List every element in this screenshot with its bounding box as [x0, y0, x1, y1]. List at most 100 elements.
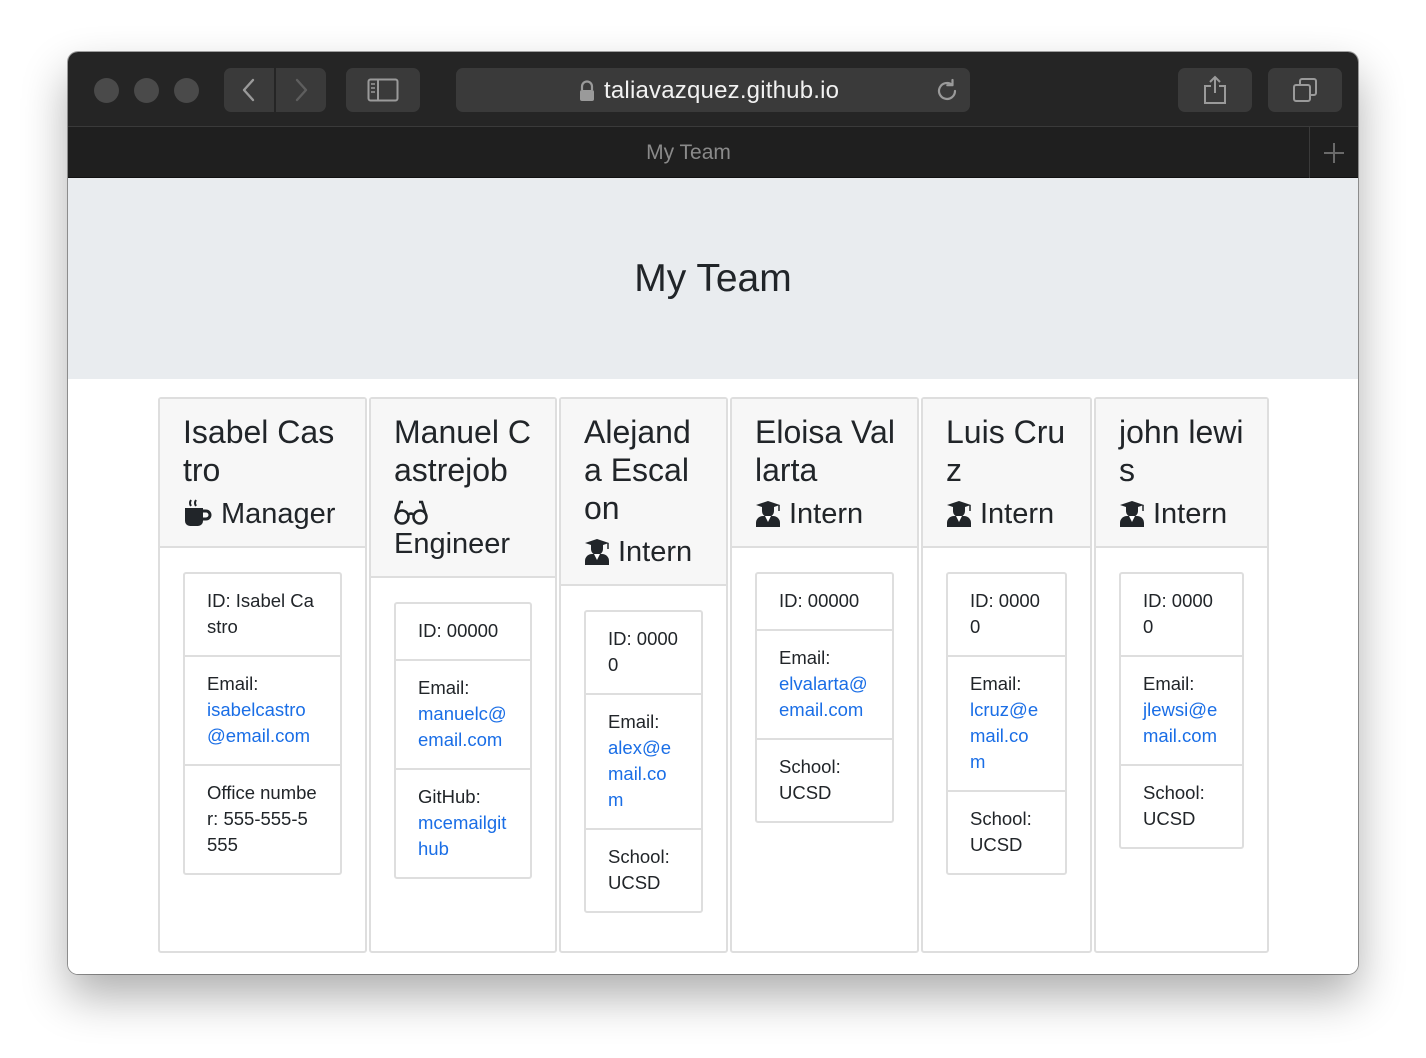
- email-label: Email:: [418, 677, 470, 698]
- employee-email: Email: alex@email.com: [586, 693, 701, 828]
- card-body: ID: 00000 Email: elvalarta@email.com Scho…: [732, 548, 917, 823]
- employee-id: ID: 00000: [970, 590, 1040, 637]
- role-label: Intern: [1153, 498, 1228, 530]
- school-value: UCSD: [779, 782, 832, 803]
- employee-school: School: UCSD: [757, 738, 892, 821]
- email-label: Email:: [970, 673, 1022, 694]
- school-label: School:: [1143, 782, 1205, 803]
- employee-name: Eloisa Vallarta: [755, 414, 895, 488]
- employee-school: School: UCSD: [586, 828, 701, 911]
- card-header: Manuel Castrejob Engineer: [371, 399, 555, 578]
- employee-id: ID: 00000: [1143, 590, 1213, 637]
- tabs-overview-button[interactable]: [1268, 68, 1342, 112]
- zoom-window-button[interactable]: [174, 78, 199, 103]
- school-label: School:: [779, 756, 841, 777]
- employee-role: Intern: [584, 535, 704, 569]
- email-link[interactable]: elvalarta@email.com: [779, 673, 868, 720]
- card-header: john lewis Intern: [1096, 399, 1267, 548]
- role-label: Intern: [618, 536, 693, 568]
- office-number: 555-555-5555: [207, 808, 308, 855]
- employee-role: Intern: [755, 497, 895, 531]
- github-link[interactable]: mcemailgithub: [418, 812, 506, 859]
- card-header: Alejanda Escalon Intern: [561, 399, 726, 586]
- employee-details: ID: 00000 Email: jlewsi@email.com School:…: [1119, 572, 1244, 849]
- employee-card: Isabel Castro Manager ID: Isabel Castro …: [158, 397, 367, 953]
- reload-icon[interactable]: [934, 78, 960, 104]
- employee-office: Office number: 555-555-5555: [185, 764, 340, 873]
- role-label: Intern: [980, 498, 1055, 530]
- email-label: Email:: [779, 647, 831, 668]
- card-header: Eloisa Vallarta Intern: [732, 399, 917, 548]
- browser-window: taliavazquez.github.io My Team My Team I…: [68, 52, 1358, 974]
- address-bar[interactable]: taliavazquez.github.io: [456, 68, 970, 112]
- email-label: Email:: [1143, 673, 1195, 694]
- employee-role: Intern: [1119, 497, 1245, 531]
- email-link[interactable]: jlewsi@email.com: [1143, 699, 1217, 746]
- email-link[interactable]: lcruz@email.com: [970, 699, 1038, 772]
- forward-button[interactable]: [276, 68, 326, 112]
- minimize-window-button[interactable]: [134, 78, 159, 103]
- school-value: UCSD: [1143, 808, 1196, 829]
- employee-card: Manuel Castrejob Engineer ID: 00000 Emai…: [369, 397, 557, 953]
- new-tab-button[interactable]: [1309, 127, 1358, 178]
- graduate-icon: [1119, 500, 1145, 528]
- browser-toolbar: taliavazquez.github.io: [68, 52, 1358, 127]
- role-label: Engineer: [394, 528, 511, 560]
- employee-name: Manuel Castrejob: [394, 414, 531, 488]
- back-button[interactable]: [224, 68, 274, 112]
- role-label: Manager: [221, 498, 336, 530]
- email-link[interactable]: manuelc@email.com: [418, 703, 507, 750]
- jumbotron: My Team: [68, 178, 1358, 379]
- close-window-button[interactable]: [94, 78, 119, 103]
- email-label: Email:: [608, 711, 660, 732]
- sidebar-icon: [367, 78, 399, 102]
- employee-id: ID: 00000: [418, 620, 499, 641]
- employee-email: Email: jlewsi@email.com: [1121, 655, 1242, 764]
- employee-card: john lewis Intern ID: 00000 Email: jlewsi…: [1094, 397, 1269, 953]
- team-cards: Isabel Castro Manager ID: Isabel Castro …: [158, 397, 1271, 953]
- lock-icon: [580, 80, 594, 101]
- school-value: UCSD: [970, 834, 1023, 855]
- employee-id: ID: 00000: [608, 628, 678, 675]
- employee-card: Luis Cruz Intern ID: 00000 Email: lcruz@e…: [921, 397, 1092, 953]
- employee-id: ID: Isabel Castro: [207, 590, 314, 637]
- glasses-icon: [394, 497, 428, 527]
- share-button[interactable]: [1178, 68, 1252, 112]
- employee-role: Manager: [183, 497, 343, 531]
- email-label: Email:: [207, 673, 259, 694]
- graduate-icon: [755, 500, 781, 528]
- employee-email: Email: manuelc@email.com: [396, 659, 530, 768]
- coffee-icon: [183, 499, 213, 529]
- card-header: Isabel Castro Manager: [160, 399, 365, 548]
- card-header: Luis Cruz Intern: [923, 399, 1090, 548]
- card-body: ID: 00000 Email: jlewsi@email.com School:…: [1096, 548, 1267, 849]
- tab-my-team[interactable]: My Team: [68, 127, 1309, 178]
- email-link[interactable]: isabelcastro@email.com: [207, 699, 310, 746]
- employee-role: Engineer: [394, 497, 533, 561]
- graduate-icon: [946, 500, 972, 528]
- email-link[interactable]: alex@email.com: [608, 737, 671, 810]
- employee-name: john lewis: [1119, 414, 1244, 488]
- card-body: ID: 00000 Email: lcruz@email.com School: U…: [923, 548, 1090, 875]
- employee-id: ID: 00000: [779, 590, 860, 611]
- plus-icon: [1324, 142, 1344, 163]
- share-icon: [1204, 75, 1226, 104]
- graduate-icon: [584, 538, 610, 566]
- employee-name: Isabel Castro: [183, 414, 335, 488]
- employee-card: Eloisa Vallarta Intern ID: 00000 Email: e…: [730, 397, 919, 953]
- employee-name: Alejanda Escalon: [584, 414, 691, 526]
- sidebar-toggle-button[interactable]: [346, 68, 420, 112]
- tabs-icon: [1293, 78, 1317, 102]
- page-title: My Team: [634, 256, 792, 300]
- employee-email: Email: elvalarta@email.com: [757, 629, 892, 738]
- school-value: UCSD: [608, 872, 661, 893]
- employee-github: GitHub: mcemailgithub: [396, 768, 530, 877]
- address-url: taliavazquez.github.io: [604, 77, 840, 104]
- employee-details: ID: 00000 Email: manuelc@email.com GitHub…: [394, 602, 532, 879]
- card-body: ID: 00000 Email: manuelc@email.com GitHub…: [371, 578, 555, 879]
- school-label: School:: [608, 846, 670, 867]
- school-label: School:: [970, 808, 1032, 829]
- github-label: GitHub:: [418, 786, 481, 807]
- employee-email: Email: lcruz@email.com: [948, 655, 1065, 790]
- card-body: ID: 00000 Email: alex@email.com School: UC…: [561, 586, 726, 913]
